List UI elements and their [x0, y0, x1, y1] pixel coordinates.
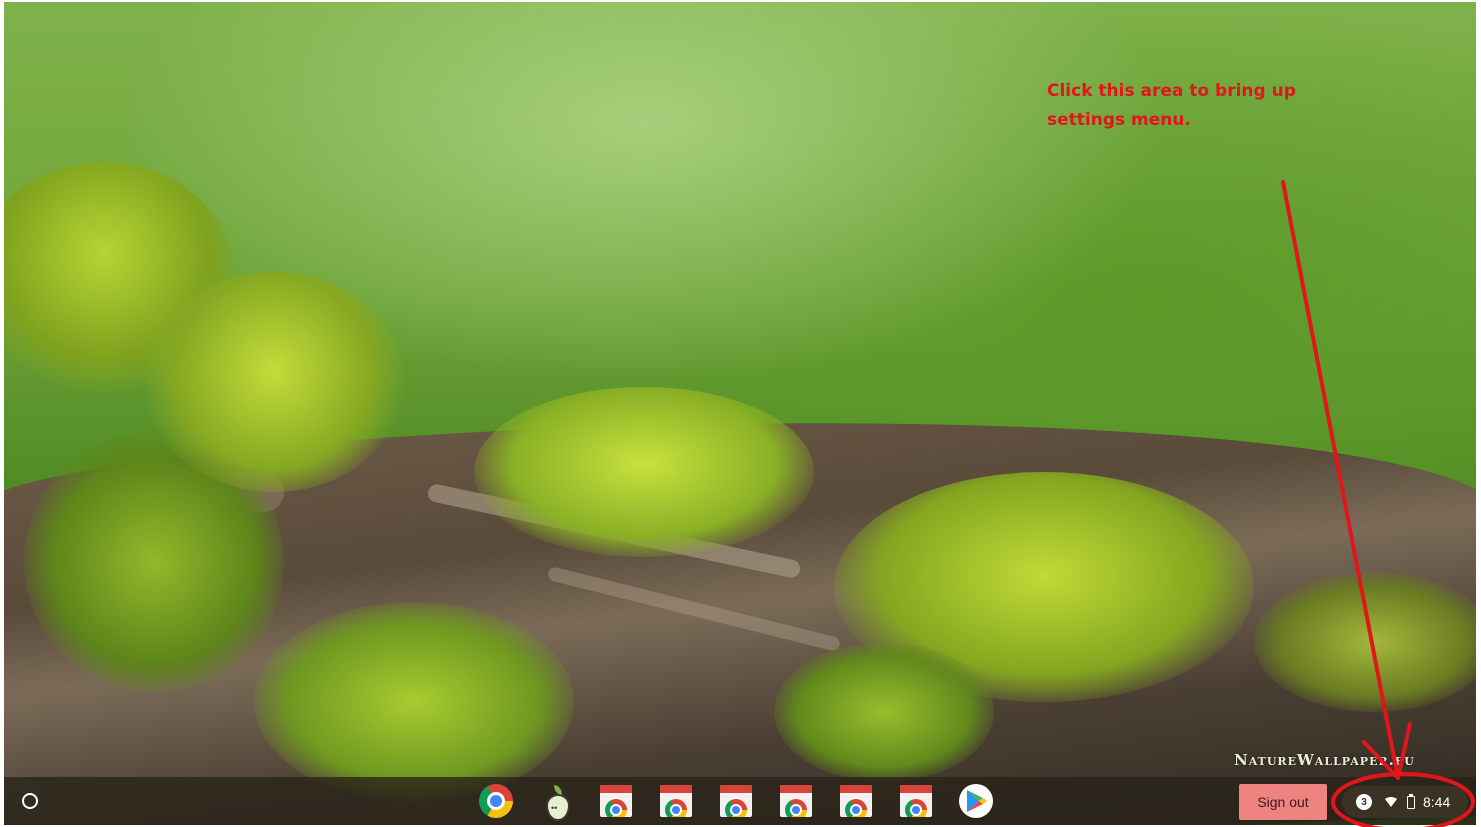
- chrome-web-app-icon: [840, 785, 872, 817]
- app-google-play[interactable]: [958, 783, 994, 819]
- status-tray[interactable]: 3 8:44: [1342, 786, 1468, 818]
- annotation-line-2: settings menu.: [1047, 110, 1191, 130]
- battery-icon: [1407, 793, 1415, 809]
- pinned-apps: ••: [478, 783, 994, 821]
- annotation-text: Click this area to bring up settings men…: [1047, 77, 1307, 135]
- app-web-3[interactable]: [718, 783, 754, 819]
- annotation-line-1: Click this area to bring up: [1047, 81, 1296, 101]
- app-web-4[interactable]: [778, 783, 814, 819]
- chrome-icon: [479, 784, 513, 818]
- app-web-1[interactable]: [598, 783, 634, 819]
- chrome-web-app-icon: [780, 785, 812, 817]
- app-web-2[interactable]: [658, 783, 694, 819]
- app-pear-deck[interactable]: ••: [538, 783, 574, 821]
- google-play-icon: [959, 784, 993, 818]
- launcher-circle-icon: [22, 793, 38, 809]
- wifi-icon: [1385, 797, 1397, 807]
- shelf: •• Sign out 3 8:44: [4, 777, 1476, 825]
- chrome-web-app-icon: [600, 785, 632, 817]
- app-chrome[interactable]: [478, 783, 514, 819]
- app-web-6[interactable]: [898, 783, 934, 819]
- sign-out-button[interactable]: Sign out: [1239, 784, 1327, 820]
- app-web-5[interactable]: [838, 783, 874, 819]
- chrome-web-app-icon: [720, 785, 752, 817]
- wallpaper-watermark: NatureWallpaper.eu: [1234, 751, 1415, 769]
- pear-deck-icon: ••: [545, 785, 570, 821]
- clock-time: 8:44: [1423, 794, 1451, 810]
- chrome-web-app-icon: [900, 785, 932, 817]
- notification-count-badge: 3: [1356, 794, 1372, 810]
- launcher-button[interactable]: [16, 787, 44, 815]
- chrome-web-app-icon: [660, 785, 692, 817]
